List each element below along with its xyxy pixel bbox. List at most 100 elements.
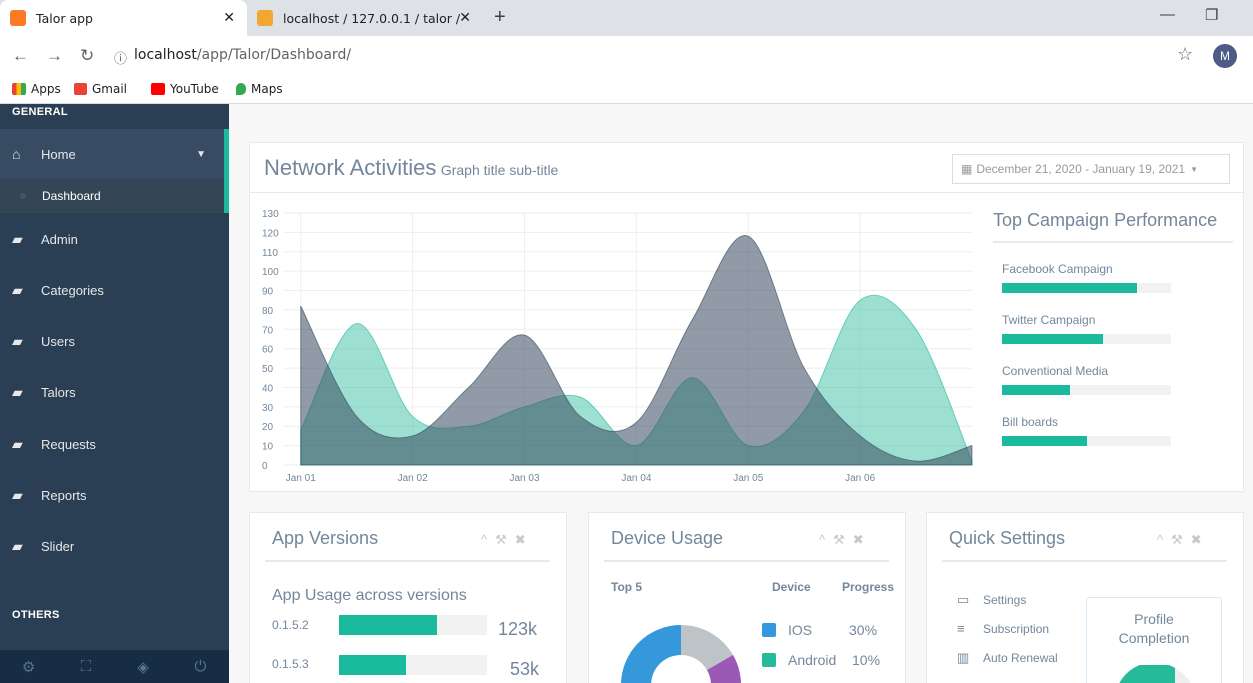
sidebar-item-label: Reports [41, 487, 87, 503]
device-name: Android [788, 652, 837, 668]
profile-completion-box: Profile Completion [1086, 597, 1222, 683]
forward-icon[interactable]: → [46, 46, 63, 66]
quick-setting-auto-renewal[interactable]: ▥ Auto Renewal [957, 650, 1058, 666]
back-icon[interactable]: ← [12, 46, 29, 66]
book-icon: ▰ [12, 332, 23, 349]
eye-slash-icon[interactable]: ◈ [115, 650, 172, 683]
gauge-fill [1119, 665, 1175, 683]
book-icon: ▰ [12, 435, 23, 452]
sidebar-item-label: Requests [41, 436, 96, 452]
y-tick-label: 90 [262, 287, 274, 298]
sidebar-item-dashboard[interactable]: Dashboard [0, 179, 229, 213]
bookmark-maps[interactable]: Maps [236, 82, 283, 96]
x-tick-label: Jan 04 [621, 473, 651, 484]
campaign-panel: Top Campaign Performance Facebook Campai… [993, 210, 1233, 446]
bookmark-star-icon[interactable]: ☆ [1177, 44, 1193, 65]
tab-title: localhost / 127.0.0.1 / talor / post [283, 10, 463, 26]
book-icon: ▰ [12, 486, 23, 503]
date-range-label: December 21, 2020 - January 19, 2021 [976, 162, 1186, 176]
sidebar-item-requests[interactable]: ▰ Requests [0, 422, 229, 466]
profile-avatar[interactable]: M [1213, 44, 1237, 68]
profile-completion-text: Profile Completion [1118, 611, 1190, 646]
quick-setting-subscription[interactable]: ≡ Subscription [957, 621, 1049, 636]
chevron-down-icon: ▼ [196, 148, 206, 160]
collapse-icon[interactable]: ^ [819, 532, 833, 547]
close-tab-icon[interactable]: ✕ [223, 10, 235, 26]
url-host: localhost [134, 47, 197, 63]
calendar-icon: ▦ [961, 162, 973, 176]
info-icon[interactable]: ⓘ [114, 48, 127, 67]
wrench-icon[interactable]: ⚒ [833, 532, 853, 547]
close-icon[interactable]: ✖ [853, 532, 872, 547]
y-tick-label: 30 [262, 403, 274, 414]
y-tick-label: 40 [262, 383, 274, 394]
bookmark-apps[interactable]: Apps [12, 82, 61, 96]
fullscreen-icon[interactable]: ⛶ [57, 650, 114, 683]
device-row: Android 10% [762, 652, 880, 668]
sidebar-item-home[interactable]: ⌂ Home ▼ [0, 129, 229, 179]
bookmark-label: YouTube [170, 82, 219, 96]
device-donut-chart [621, 625, 741, 683]
page-subtitle: Graph title sub-title [440, 162, 559, 178]
device-progress: 30% [849, 622, 878, 638]
panel-tools: ^⚒✖ [819, 532, 872, 548]
campaign-progress-bar [1002, 334, 1171, 344]
sidebar-item-talors[interactable]: ▰ Talors [0, 370, 229, 414]
maps-pin-icon [236, 83, 246, 95]
sidebar-item-users[interactable]: ▰ Users [0, 319, 229, 363]
x-tick-label: Jan 01 [286, 473, 316, 484]
quick-setting-settings[interactable]: ▭ Settings [957, 592, 1026, 608]
sidebar-item-label: Slider [41, 538, 75, 554]
sidebar-item-reports[interactable]: ▰ Reports [0, 473, 229, 517]
app-versions-title: App Versions [272, 528, 379, 548]
caret-down-icon: ▼ [1190, 164, 1199, 174]
quick-settings-title: Quick Settings [949, 528, 1066, 548]
device-name: IOS [788, 622, 813, 638]
quick-setting-label: Subscription [983, 621, 1050, 636]
book-icon: ▰ [12, 537, 23, 554]
quick-setting-label: Auto Renewal [983, 651, 1058, 665]
collapse-icon[interactable]: ^ [1157, 532, 1171, 547]
restore-icon[interactable]: ❐ [1205, 6, 1218, 24]
gear-icon[interactable]: ⚙ [0, 650, 57, 683]
new-tab-button[interactable]: + [494, 6, 506, 29]
divider [942, 560, 1227, 562]
y-tick-label: 100 [262, 267, 279, 278]
gauge-track [1175, 668, 1191, 683]
wrench-icon[interactable]: ⚒ [1171, 532, 1191, 547]
sidebar-item-admin[interactable]: ▰ Admin [0, 217, 229, 261]
bookmark-gmail[interactable]: Gmail [74, 82, 127, 96]
wrench-icon[interactable]: ⚒ [495, 532, 515, 547]
url-field[interactable]: localhost/app/Talor/Dashboard/ [134, 47, 351, 63]
collapse-icon[interactable]: ^ [481, 532, 495, 547]
date-range-picker[interactable]: ▦ December 21, 2020 - January 19, 2021 ▼ [952, 154, 1230, 184]
close-icon[interactable]: ✖ [515, 532, 534, 547]
x-tick-label: Jan 02 [398, 473, 428, 484]
gmail-icon [74, 83, 87, 95]
reload-icon[interactable]: ↻ [80, 46, 94, 66]
campaign-label: Bill boards [1002, 415, 1059, 429]
section-others-label: OTHERS [12, 609, 60, 621]
browser-tab-strip: Talor app ✕ localhost / 127.0.0.1 / talo… [0, 0, 1253, 36]
xampp-favicon-icon [10, 10, 26, 26]
sidebar-item-categories[interactable]: ▰ Categories [0, 268, 229, 312]
power-icon[interactable]: ⏻ [172, 650, 229, 683]
tab-talor-app[interactable]: Talor app ✕ [0, 0, 247, 36]
close-icon[interactable]: ✖ [1191, 532, 1210, 547]
book-icon: ▰ [12, 230, 23, 247]
sidebar-item-label: Categories [41, 282, 104, 298]
campaign-progress-bar [1002, 436, 1171, 446]
bar-chart-icon: ▥ [957, 650, 970, 665]
bookmark-youtube[interactable]: YouTube [151, 82, 219, 96]
tab-phpmyadmin[interactable]: localhost / 127.0.0.1 / talor / post ✕ [247, 0, 483, 36]
profile-gauge [1119, 665, 1191, 683]
y-tick-label: 80 [262, 306, 274, 317]
col-device: Device [772, 580, 811, 594]
section-general-label: GENERAL [12, 106, 68, 118]
bullet-icon [20, 193, 26, 199]
minimize-icon[interactable]: — [1160, 6, 1175, 23]
close-tab-icon[interactable]: ✕ [459, 10, 471, 26]
calendar-icon: ▭ [957, 592, 970, 607]
y-tick-label: 20 [262, 422, 274, 433]
sidebar-item-slider[interactable]: ▰ Slider [0, 524, 229, 568]
